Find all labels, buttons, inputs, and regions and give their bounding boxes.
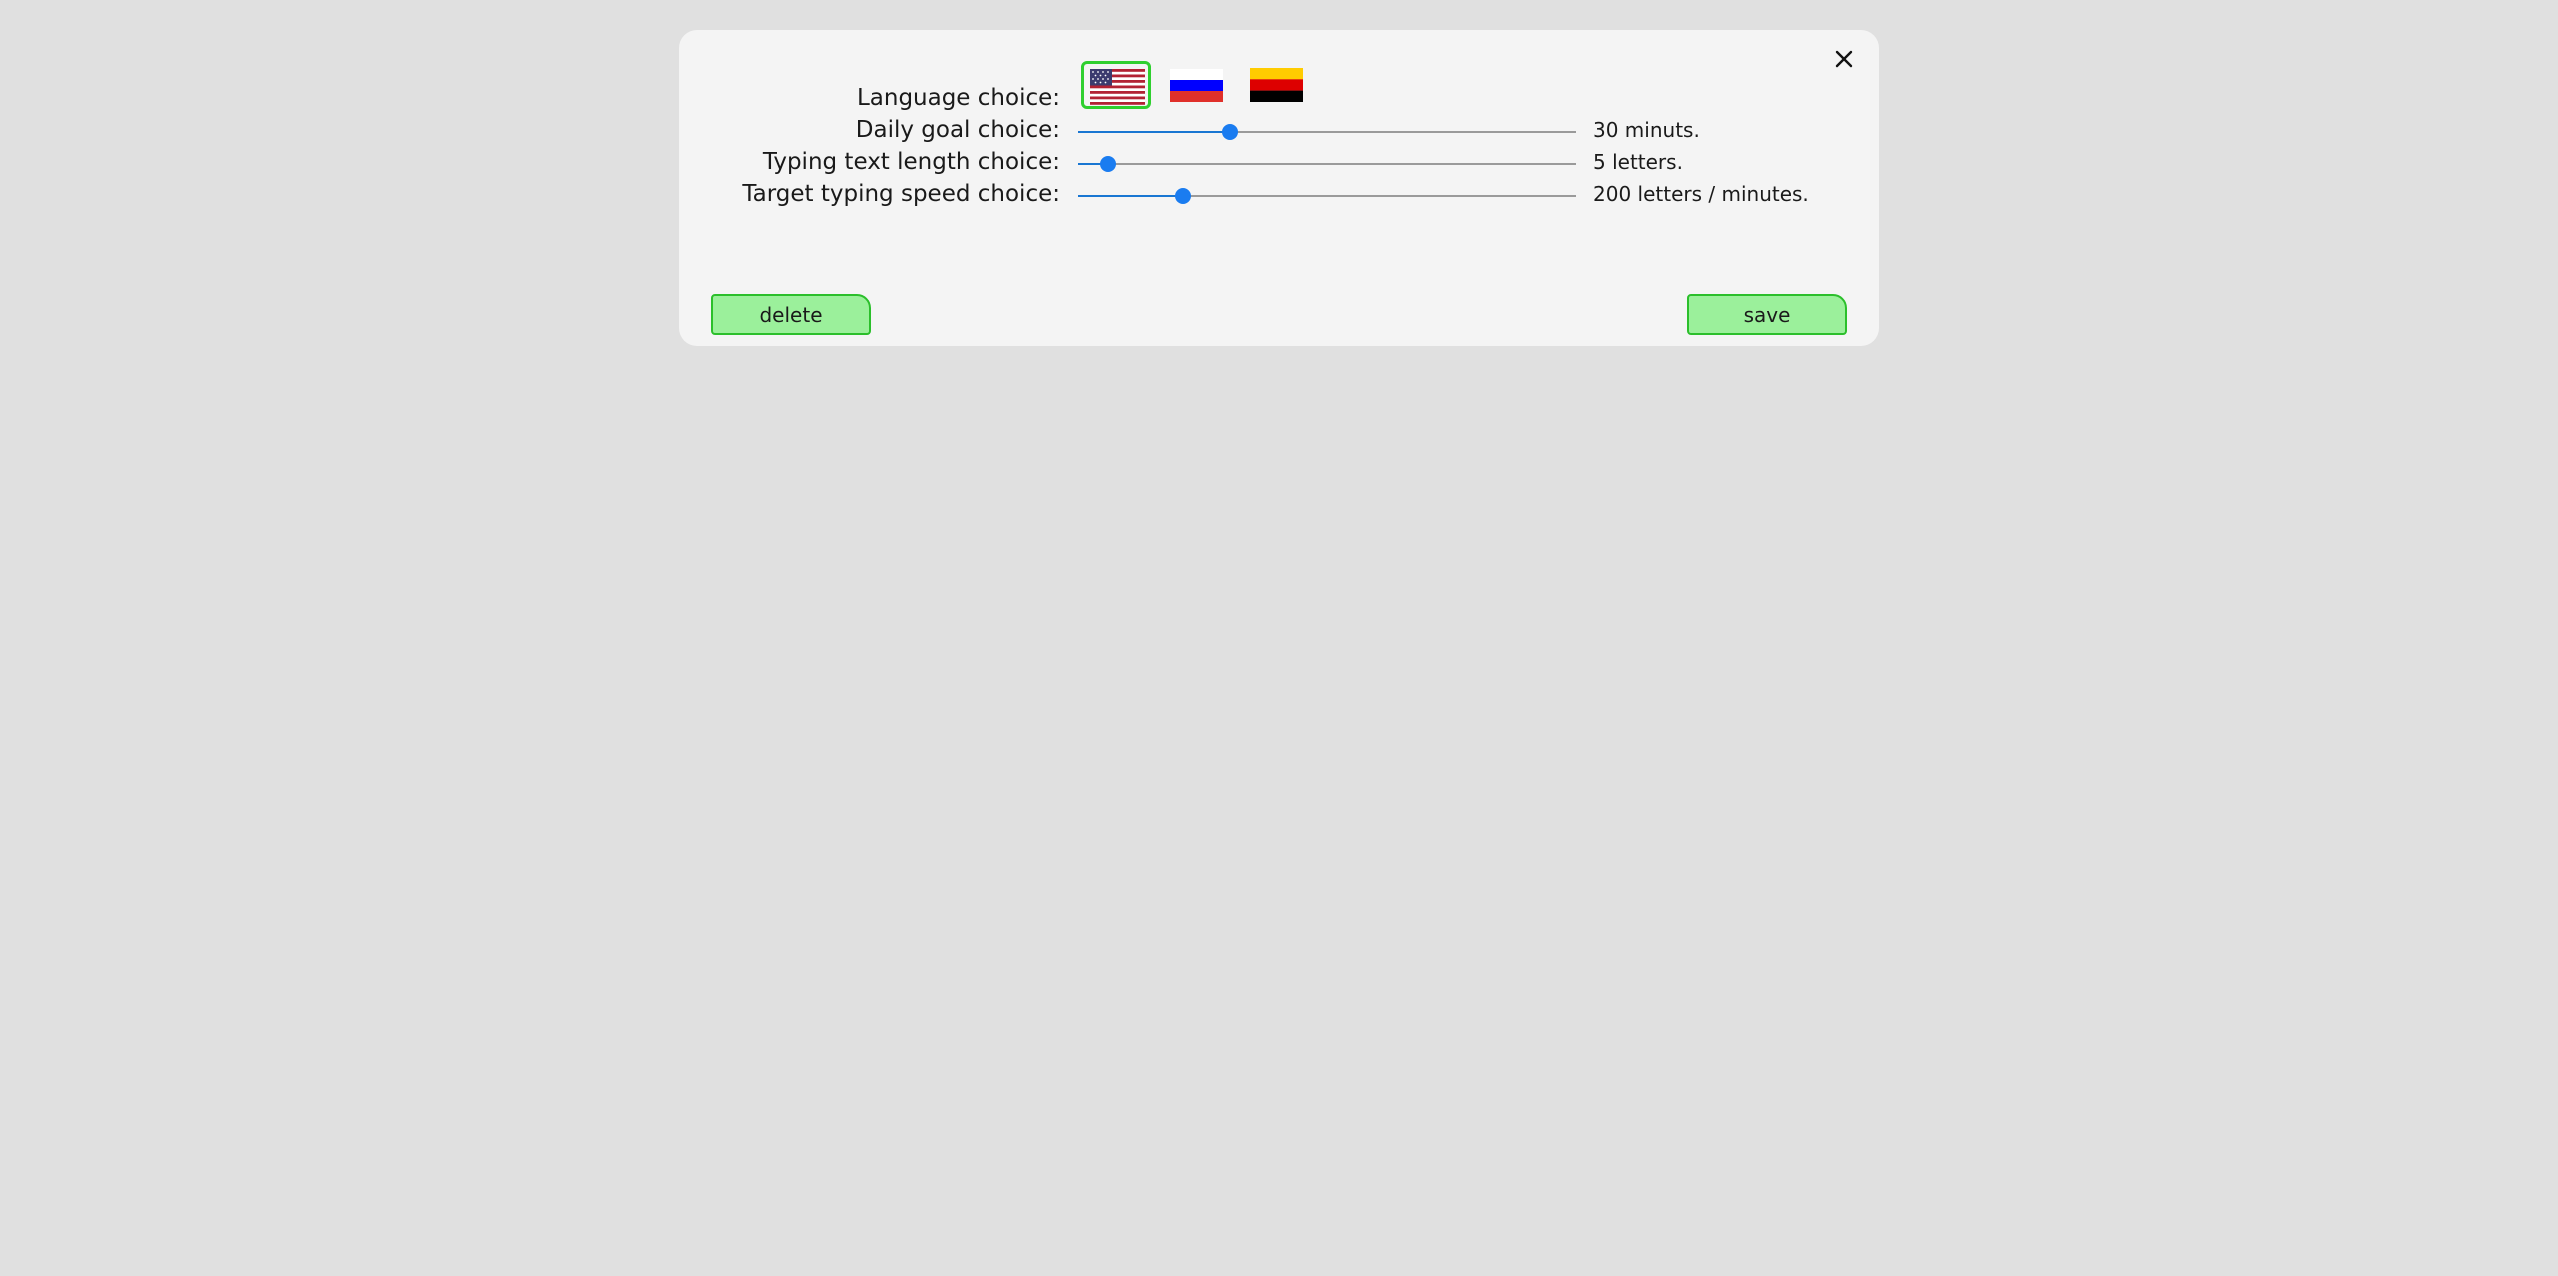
close-button[interactable] <box>1829 44 1859 74</box>
daily-goal-row: Daily goal choice: 30 minuts. <box>679 114 1879 146</box>
germany-flag-icon <box>1250 68 1303 102</box>
delete-button[interactable]: delete <box>711 294 871 335</box>
close-icon <box>1835 50 1853 68</box>
language-label: Language choice: <box>856 85 1060 111</box>
us-flag-icon <box>1090 69 1145 105</box>
settings-dialog: Language choice: Daily goal choice: 30 m… <box>679 30 1879 346</box>
daily-goal-label: Daily goal choice: <box>855 117 1060 143</box>
typing-speed-slider[interactable] <box>1078 178 1576 210</box>
language-option-russian[interactable] <box>1161 61 1231 109</box>
slider-fill <box>1078 195 1183 197</box>
text-length-label: Typing text length choice: <box>762 149 1060 175</box>
slider-fill <box>1078 131 1230 133</box>
language-option-english[interactable] <box>1081 61 1151 109</box>
typing-speed-row: Target typing speed choice: 200 letters … <box>679 178 1879 210</box>
text-length-value: 5 letters. <box>1593 150 1683 174</box>
language-option-german[interactable] <box>1241 61 1311 109</box>
typing-speed-value: 200 letters / minutes. <box>1593 182 1809 206</box>
slider-thumb[interactable] <box>1174 188 1191 204</box>
slider-thumb[interactable] <box>1221 124 1238 140</box>
typing-speed-label: Target typing speed choice: <box>742 181 1060 207</box>
daily-goal-slider[interactable] <box>1078 114 1576 146</box>
russia-flag-icon <box>1170 69 1223 102</box>
text-length-row: Typing text length choice: 5 letters. <box>679 146 1879 178</box>
slider-thumb[interactable] <box>1099 156 1116 172</box>
slider-track <box>1078 163 1576 165</box>
daily-goal-value: 30 minuts. <box>1593 118 1700 142</box>
save-button[interactable]: save <box>1687 294 1847 335</box>
text-length-slider[interactable] <box>1078 146 1576 178</box>
